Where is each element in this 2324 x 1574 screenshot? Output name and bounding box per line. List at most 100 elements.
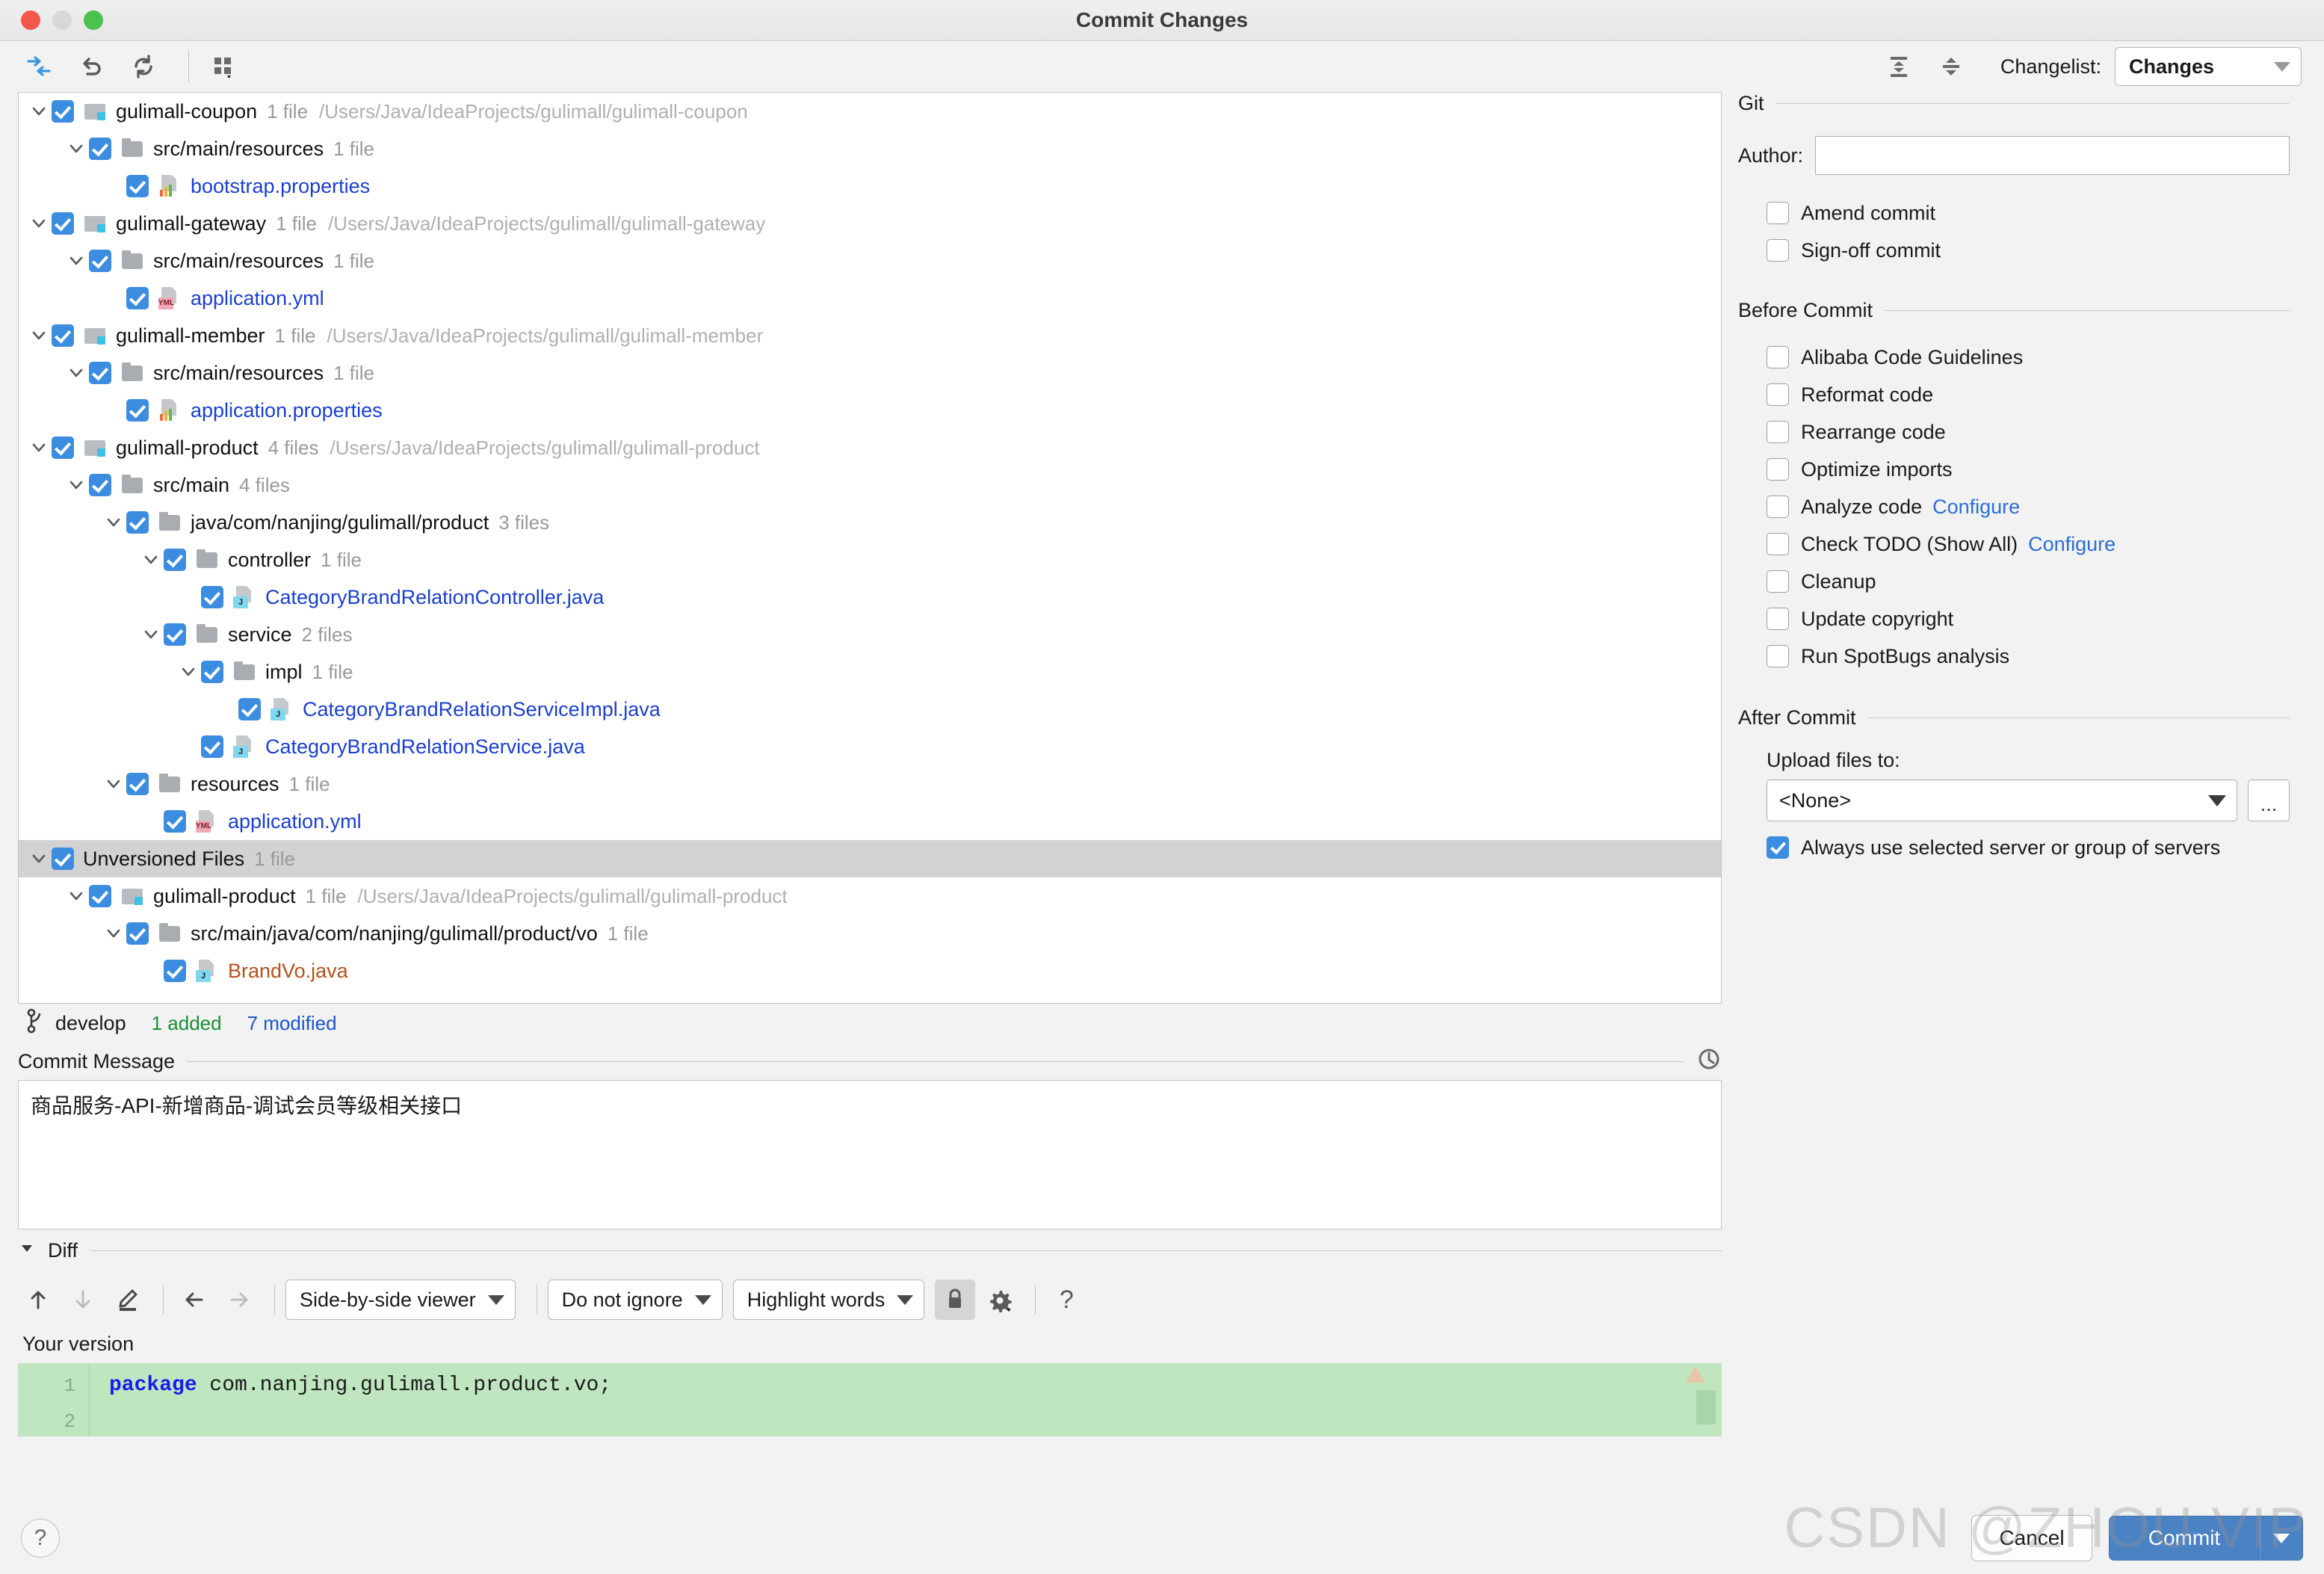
tree-row-checkbox[interactable] (126, 922, 149, 945)
revert-icon[interactable] (70, 46, 112, 87)
git-option-checkbox[interactable] (1767, 239, 1789, 262)
author-input[interactable] (1815, 136, 2290, 175)
tree-row[interactable]: J CategoryBrandRelationController.java (19, 578, 1721, 616)
expand-all-icon[interactable] (1878, 46, 1920, 87)
help-icon[interactable]: ? (1046, 1280, 1087, 1320)
cancel-button[interactable]: Cancel (1971, 1515, 2092, 1561)
tree-row[interactable]: src/main/resources 1 file (19, 242, 1721, 280)
window-controls[interactable] (21, 10, 103, 30)
tree-row[interactable]: controller 1 file (19, 541, 1721, 578)
before-commit-option-checkbox[interactable] (1767, 645, 1789, 667)
commit-split-button[interactable]: Commit (2109, 1516, 2303, 1561)
before-commit-option-checkbox[interactable] (1767, 608, 1789, 630)
scrollbar-thumb[interactable] (1696, 1390, 1716, 1425)
tree-row[interactable]: src/main/resources 1 file (19, 354, 1721, 392)
chevron-down-icon[interactable] (101, 514, 126, 531)
tree-row-checkbox[interactable] (126, 511, 149, 534)
before-commit-option-row[interactable]: Reformat code (1738, 376, 2290, 413)
tree-row[interactable]: src/main/java/com/nanjing/gulimall/produ… (19, 915, 1721, 952)
commit-button[interactable]: Commit (2109, 1516, 2260, 1561)
chevron-down-icon[interactable] (176, 664, 201, 680)
chevron-down-icon[interactable] (26, 851, 52, 867)
tree-row-checkbox[interactable] (126, 773, 149, 795)
ignore-mode-dropdown[interactable]: Do not ignore (547, 1280, 723, 1320)
collapse-inward-icon[interactable] (18, 46, 60, 87)
viewer-mode-dropdown[interactable]: Side-by-side viewer (285, 1280, 516, 1320)
configure-link[interactable]: Configure (2028, 533, 2116, 556)
before-commit-option-row[interactable]: Check TODO (Show All) Configure (1738, 525, 2290, 563)
tree-row-checkbox[interactable] (52, 212, 74, 235)
before-commit-option-checkbox[interactable] (1767, 421, 1789, 443)
tree-row-checkbox[interactable] (164, 810, 186, 833)
commit-options-button[interactable] (2260, 1516, 2303, 1561)
maximize-window-button[interactable] (84, 10, 103, 30)
tree-row-checkbox[interactable] (89, 885, 111, 907)
tree-row[interactable]: Unversioned Files 1 file (19, 840, 1721, 877)
configure-link[interactable]: Configure (1932, 496, 2020, 519)
before-commit-option-row[interactable]: Cleanup (1738, 563, 2290, 600)
before-commit-option-checkbox[interactable] (1767, 496, 1789, 518)
lock-icon[interactable] (935, 1280, 976, 1320)
chevron-down-icon[interactable] (101, 925, 126, 942)
always-use-server-row[interactable]: Always use selected server or group of s… (1738, 829, 2290, 866)
tree-row[interactable]: src/main 4 files (19, 466, 1721, 504)
apply-right-icon[interactable] (219, 1280, 259, 1320)
tree-row-checkbox[interactable] (89, 474, 111, 496)
chevron-down-icon[interactable] (64, 477, 89, 493)
chevron-down-icon[interactable] (26, 327, 52, 344)
changed-files-tree[interactable]: gulimall-coupon 1 file/Users/Java/IdeaPro… (18, 92, 1722, 1004)
tree-row[interactable]: java/com/nanjing/gulimall/product 3 files (19, 504, 1721, 541)
diff-code-panel[interactable]: 1 2 package com.nanjing.gulimall.product… (18, 1363, 1722, 1436)
tree-row-checkbox[interactable] (201, 735, 223, 758)
tree-row[interactable]: service 2 files (19, 616, 1721, 653)
tree-row[interactable]: application.properties (19, 392, 1721, 429)
clock-icon[interactable] (1696, 1046, 1722, 1077)
tree-row[interactable]: gulimall-coupon 1 file/Users/Java/IdeaPro… (19, 93, 1721, 130)
refresh-icon[interactable] (123, 46, 164, 87)
tree-row-checkbox[interactable] (89, 138, 111, 160)
tree-row[interactable]: gulimall-product 4 files/Users/Java/IdeaP… (19, 429, 1721, 466)
chevron-down-icon[interactable] (138, 552, 164, 568)
edit-source-icon[interactable] (108, 1280, 148, 1320)
apply-left-icon[interactable] (174, 1280, 214, 1320)
upload-server-dropdown[interactable]: <None> (1767, 780, 2237, 821)
chevron-down-icon[interactable] (26, 215, 52, 232)
tree-row-checkbox[interactable] (126, 399, 149, 422)
chevron-down-icon[interactable] (138, 626, 164, 643)
before-commit-option-checkbox[interactable] (1767, 458, 1789, 481)
tree-row-checkbox[interactable] (164, 623, 186, 646)
git-option-checkbox[interactable] (1767, 202, 1789, 224)
before-commit-option-row[interactable]: Analyze code Configure (1738, 488, 2290, 525)
help-button[interactable]: ? (21, 1519, 60, 1558)
tree-row[interactable]: YML application.yml (19, 280, 1721, 317)
before-commit-option-checkbox[interactable] (1767, 570, 1789, 593)
collapse-all-icon[interactable] (1930, 46, 1972, 87)
minimize-window-button[interactable] (52, 10, 72, 30)
tree-row[interactable]: J CategoryBrandRelationService.java (19, 728, 1721, 765)
gear-icon[interactable] (980, 1280, 1020, 1320)
chevron-down-icon[interactable] (64, 365, 89, 381)
tree-row-checkbox[interactable] (238, 698, 261, 720)
before-commit-option-checkbox[interactable] (1767, 533, 1789, 555)
browse-servers-button[interactable]: ... (2248, 780, 2290, 821)
chevron-down-icon[interactable] (64, 253, 89, 269)
before-commit-option-row[interactable]: Rearrange code (1738, 413, 2290, 451)
diff-section-header[interactable]: Diff (18, 1229, 1722, 1271)
chevron-down-icon[interactable] (26, 103, 52, 120)
chevron-down-icon[interactable] (18, 1239, 36, 1262)
tree-row[interactable]: J CategoryBrandRelationServiceImpl.java (19, 691, 1721, 728)
chevron-down-icon[interactable] (26, 439, 52, 456)
tree-row-checkbox[interactable] (89, 362, 111, 384)
tree-row[interactable]: impl 1 file (19, 653, 1721, 691)
chevron-down-icon[interactable] (101, 776, 126, 792)
tree-row-checkbox[interactable] (52, 324, 74, 347)
tree-row-checkbox[interactable] (164, 960, 186, 982)
tree-row[interactable]: resources 1 file (19, 765, 1721, 803)
chevron-down-icon[interactable] (64, 141, 89, 157)
group-by-icon[interactable] (203, 46, 244, 87)
tree-row-checkbox[interactable] (201, 661, 223, 683)
before-commit-option-row[interactable]: Optimize imports (1738, 451, 2290, 488)
tree-row-checkbox[interactable] (89, 250, 111, 272)
tree-row[interactable]: src/main/resources 1 file (19, 130, 1721, 167)
before-commit-option-row[interactable]: Update copyright (1738, 600, 2290, 638)
